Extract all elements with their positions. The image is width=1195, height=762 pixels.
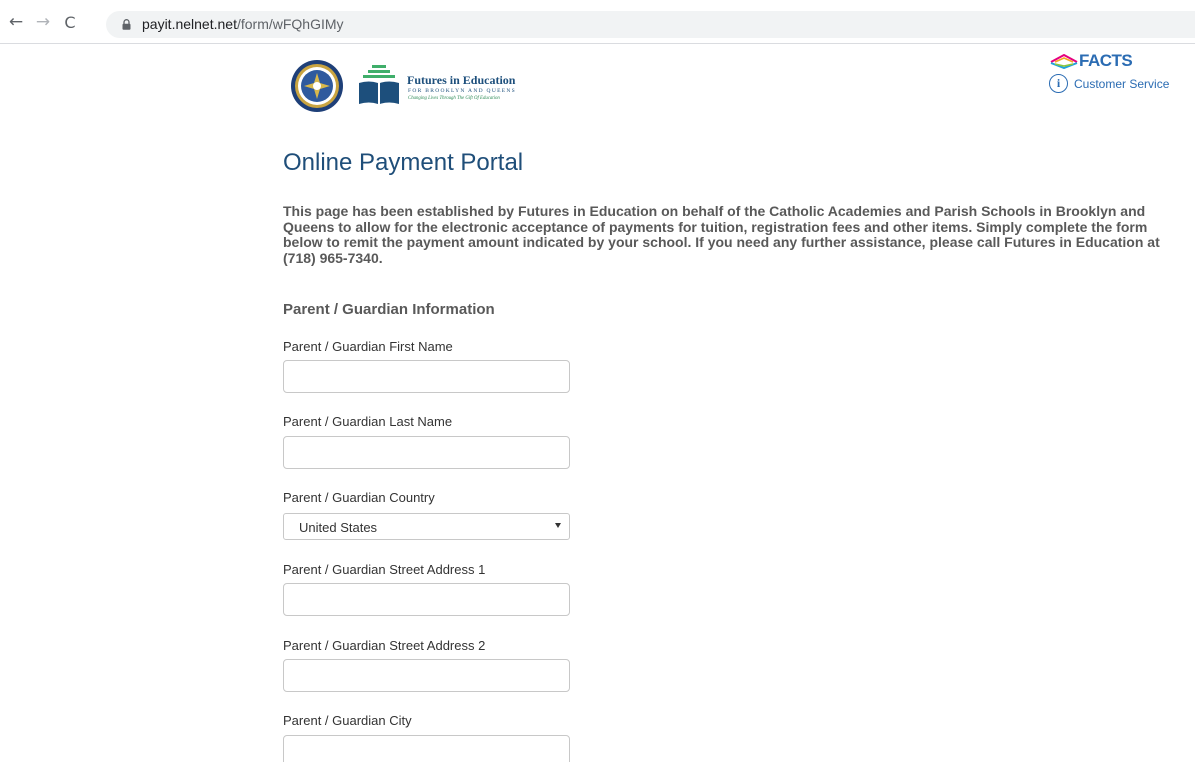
page-title: Online Payment Portal <box>283 149 524 176</box>
facts-logo: FACTS <box>1049 51 1133 70</box>
org-name: Futures in Education <box>407 73 516 87</box>
lock-icon <box>122 19 131 30</box>
diocese-seal-logo <box>291 60 343 112</box>
reload-icon[interactable]: C <box>60 12 80 32</box>
browser-toolbar: ← → C payit.nelnet.net/form/wFQhGIMy <box>0 0 1195 44</box>
first-name-field[interactable] <box>283 360 570 393</box>
customer-service-link[interactable]: i Customer Service <box>1049 74 1169 93</box>
city-field[interactable] <box>283 735 570 762</box>
org-subtitle: FOR BROOKLYN AND QUEENS <box>408 88 517 94</box>
arrow-right-icon[interactable]: → <box>33 12 53 32</box>
last-name-label: Parent / Guardian Last Name <box>283 414 453 429</box>
info-icon: i <box>1049 74 1068 93</box>
arrow-left-icon[interactable]: ← <box>6 12 26 32</box>
street-address-1-field[interactable] <box>283 583 570 616</box>
dropdown-arrow-icon <box>555 523 561 528</box>
url-host: payit.nelnet.net <box>142 16 237 32</box>
country-selected-value: United States <box>299 520 378 535</box>
url-text: payit.nelnet.net/form/wFQhGIMy <box>142 16 344 32</box>
street-address-2-field[interactable] <box>283 659 570 692</box>
section-heading: Parent / Guardian Information <box>283 301 495 318</box>
city-label: Parent / Guardian City <box>283 713 412 728</box>
street-address-2-label: Parent / Guardian Street Address 2 <box>283 638 486 653</box>
intro-text: This page has been established by Future… <box>283 203 1160 266</box>
customer-service-label: Customer Service <box>1074 76 1170 91</box>
country-select[interactable]: United States <box>283 513 570 540</box>
last-name-field[interactable] <box>283 436 570 469</box>
url-path: /form/wFQhGIMy <box>236 16 344 32</box>
street-address-1-label: Parent / Guardian Street Address 1 <box>283 562 486 577</box>
first-name-label: Parent / Guardian First Name <box>283 339 453 354</box>
country-label: Parent / Guardian Country <box>283 490 435 505</box>
org-tagline: Changing Lives Through The Gift Of Educa… <box>408 96 500 101</box>
futures-in-education-book-icon <box>359 65 399 104</box>
address-bar[interactable]: payit.nelnet.net/form/wFQhGIMy <box>106 11 1195 38</box>
facts-brand: FACTS <box>1079 51 1133 70</box>
facts-mark-icon <box>1050 53 1078 69</box>
